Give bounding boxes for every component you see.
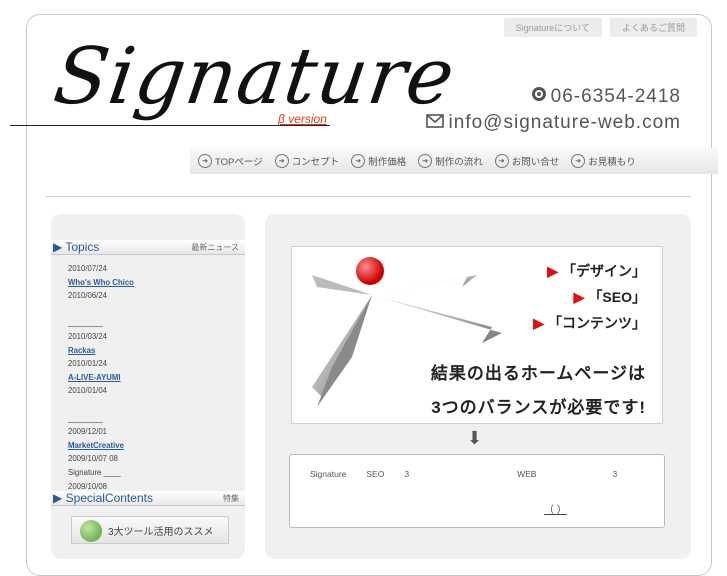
topics-title: ▶ Topics: [53, 240, 100, 254]
topic-item: 2010/06/24: [68, 291, 108, 301]
topics-header: ▶ Topics 最新ニュース: [51, 240, 245, 255]
nav-label: 制作価格: [368, 157, 407, 168]
arrow-right-icon: ➔: [198, 154, 212, 168]
hero-banner[interactable]: ▶ 「デザイン」 ▶ 「SEO」 ▶ 「コンテンツ」 結果の出るホームページは 3つの…: [291, 246, 663, 424]
topic-item: 2009/12/01: [68, 427, 108, 437]
faq-link[interactable]: よくあるご質問: [609, 18, 697, 37]
hero-item-label: 「SEO」: [588, 289, 646, 305]
phone-number: 06-6354-2418: [550, 86, 681, 107]
email-address[interactable]: info@signature-web.com: [449, 112, 681, 134]
globe-icon: [80, 520, 102, 542]
topic-item: [68, 398, 134, 412]
hero-headline-2: 3つのバランスが必要です!: [431, 398, 646, 417]
info-text: 3: [612, 469, 618, 479]
topic-item: 2009/10/07 08: [68, 454, 118, 464]
main-content: ▶ 「デザイン」 ▶ 「SEO」 ▶ 「コンテンツ」 結果の出るホームページは 3つの…: [265, 214, 691, 559]
topic-item[interactable]: Who's Who Chico: [68, 276, 134, 290]
nav-concept[interactable]: ➔ コンセプト: [274, 154, 340, 168]
logo[interactable]: Signature: [49, 32, 461, 122]
topic-item[interactable]: Rackas: [68, 344, 134, 358]
nav-label: TOPページ: [215, 157, 263, 168]
nav-label: 制作の流れ: [435, 157, 483, 168]
nav-label: コンセプト: [291, 157, 340, 168]
hero-item-label: 「コンテンツ」: [548, 315, 646, 331]
hero-item-label: 「デザイン」: [562, 263, 646, 279]
topic-item[interactable]: A-LIVE-AYUMI: [68, 371, 134, 385]
topic-item: 2010/03/24: [68, 331, 108, 341]
nav-top[interactable]: ➔ TOPページ: [198, 154, 263, 168]
hero-item-design: ▶ 「デザイン」: [547, 261, 646, 281]
topics-list: 2010/07/24 Who's Who Chico 2010/06/24 ____…: [68, 262, 134, 507]
special-header: ▶ SpecialContents 特集: [51, 491, 245, 506]
topic-item: Signature ____: [68, 467, 121, 477]
arrow-right-icon: ➔: [571, 154, 586, 168]
special-title-text: SpecialContents: [65, 491, 153, 505]
hero-item-content: ▶ 「コンテンツ」: [533, 313, 646, 333]
phone-icon: [531, 86, 547, 108]
topic-item: 2010/07/24: [68, 264, 108, 273]
topic-item[interactable]: MarketCreative: [68, 439, 134, 453]
special-title: ▶ SpecialContents: [53, 491, 153, 505]
info-box: Signature SEO 3 WEB 3 （ ）: [289, 454, 665, 528]
info-link[interactable]: （ ）: [544, 501, 567, 516]
info-text: SEO: [366, 469, 385, 479]
nav-label: お問い合せ: [511, 157, 560, 168]
topics-title-text: Topics: [65, 240, 100, 254]
info-text: WEB: [517, 469, 537, 479]
topic-item: 2010/01/04: [68, 386, 108, 396]
topic-item: ________: [68, 318, 103, 328]
email-contact: info@signature-web.com: [425, 112, 681, 134]
banner-label: 3大ツール活用のススメ: [108, 526, 214, 538]
sidebar: ▶ Topics 最新ニュース 2010/07/24 Who's Who Chic…: [51, 214, 245, 559]
topic-item: ________: [68, 413, 103, 423]
triangle-right-icon: ▶: [533, 315, 544, 331]
hero-headline-1: 結果の出るホームページは: [430, 364, 646, 383]
arrow-right-icon: ➔: [418, 154, 433, 168]
about-link[interactable]: Signatureについて: [503, 18, 602, 37]
triangle-right-icon: ▶: [547, 263, 558, 279]
arrow-right-icon: ➔: [351, 154, 366, 168]
info-text: 3: [404, 469, 410, 479]
arrow-right-icon: ➔: [274, 154, 289, 168]
topic-item: [68, 303, 134, 317]
main-nav: ➔ TOPページ ➔ コンセプト ➔ 制作価格 ➔ 制作の流れ ➔ お問い合せ ➔ お見積も…: [190, 148, 718, 174]
arrow-right-icon: ➔: [494, 154, 509, 168]
beta-version-label: β version: [278, 112, 327, 126]
triangle-right-icon: ▶: [573, 289, 585, 305]
info-text: Signature: [310, 469, 347, 479]
arrow-down-icon: ⬇: [467, 428, 483, 448]
hero-item-seo: ▶ 「SEO」: [574, 287, 646, 307]
header-divider: [46, 196, 691, 197]
mail-icon: [425, 112, 444, 134]
nav-label: お見積もり: [588, 157, 636, 168]
tools-banner[interactable]: 3大ツール活用のススメ: [71, 516, 229, 544]
phone-contact: 06-6354-2418: [531, 86, 681, 108]
info-line: Signature SEO 3 WEB 3: [310, 469, 617, 479]
nav-estimate[interactable]: ➔ お見積もり: [571, 154, 636, 168]
nav-price[interactable]: ➔ 制作価格: [351, 154, 406, 168]
special-tag: 特集: [223, 493, 239, 503]
top-links: Signatureについて よくあるご質問: [503, 18, 697, 37]
topic-item: 2010/01/24: [68, 359, 108, 369]
nav-flow[interactable]: ➔ 制作の流れ: [418, 154, 483, 168]
nav-contact[interactable]: ➔ お問い合せ: [494, 154, 560, 168]
topics-tag: 最新ニュース: [191, 242, 239, 252]
